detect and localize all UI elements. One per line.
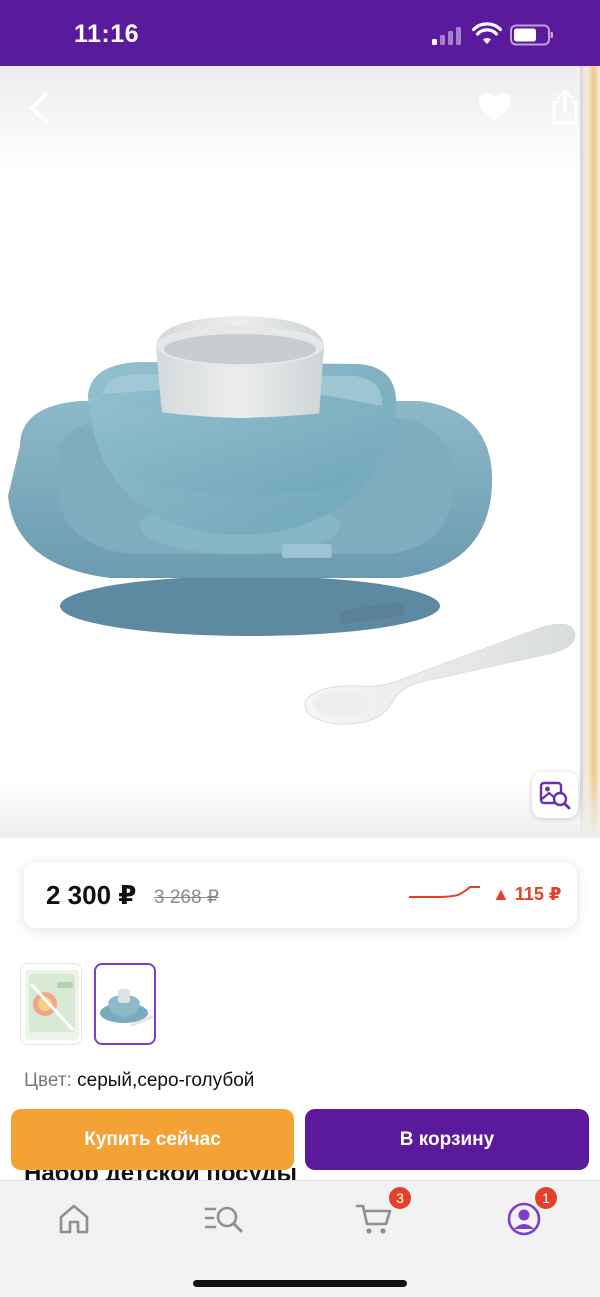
favorite-button[interactable] <box>474 86 516 128</box>
thumbnail-2-selected[interactable] <box>94 963 156 1045</box>
chevron-left-icon <box>30 92 48 124</box>
home-icon <box>59 1204 89 1234</box>
cart-icon <box>355 1204 392 1234</box>
color-label: Цвет: <box>24 1070 72 1091</box>
status-time: 11:16 <box>74 20 140 48</box>
catalog-search-icon <box>204 1206 243 1233</box>
product-page: 11:16 2 300 ₽ 3 268 ₽ ▲ 115 ₽ Цвет: серы… <box>0 0 600 1297</box>
buy-now-button[interactable]: Купить сейчас <box>11 1109 294 1170</box>
cellular-signal-icon <box>432 25 464 45</box>
price-card: 2 300 ₽ 3 268 ₽ ▲ 115 ₽ <box>24 862 577 928</box>
visual-search-button[interactable] <box>532 772 578 818</box>
old-price: 3 268 ₽ <box>154 887 219 908</box>
product-photo <box>8 316 576 725</box>
home-indicator <box>193 1280 407 1287</box>
back-button[interactable] <box>18 86 58 130</box>
share-button[interactable] <box>544 84 586 130</box>
tab-catalog[interactable] <box>196 1195 252 1243</box>
price-change-badge: ▲ 115 ₽ <box>492 884 562 904</box>
battery-icon <box>510 24 553 46</box>
tab-home[interactable] <box>46 1195 102 1243</box>
color-value: серый,серо-голубой <box>77 1070 255 1091</box>
current-price: 2 300 ₽ <box>46 880 137 910</box>
share-icon <box>552 89 578 125</box>
product-gallery[interactable] <box>0 66 600 838</box>
color-row: Цвет: серый,серо-голубой <box>24 1070 254 1092</box>
thumbnail-1[interactable] <box>20 963 82 1045</box>
heart-icon <box>479 93 511 121</box>
action-bar: Купить сейчас В корзину <box>0 1100 600 1180</box>
profile-icon <box>507 1202 541 1236</box>
image-search-icon <box>539 781 571 810</box>
next-photo-peek <box>580 66 600 838</box>
profile-notification-badge: 1 <box>535 1187 557 1209</box>
wifi-icon <box>472 22 502 44</box>
status-bar: 11:16 <box>0 0 600 66</box>
add-to-cart-button[interactable]: В корзину <box>305 1109 589 1170</box>
cart-count-badge: 3 <box>389 1187 411 1209</box>
price-history-sparkline[interactable] <box>408 882 482 908</box>
